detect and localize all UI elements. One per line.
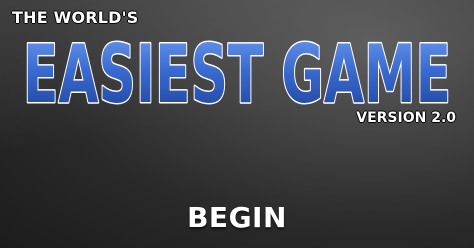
begin-button[interactable]: BEGIN (167, 194, 307, 240)
version-label: VERSION 2.0 (356, 110, 456, 126)
begin-button-label: BEGIN (187, 200, 287, 234)
game-title-text: EASIEST GAME (23, 28, 451, 121)
subtitle-text: THE WORLD'S (12, 8, 139, 27)
title-screen: THE WORLD'S EASIEST GAME VERSION 2.0 BEG… (0, 0, 474, 248)
